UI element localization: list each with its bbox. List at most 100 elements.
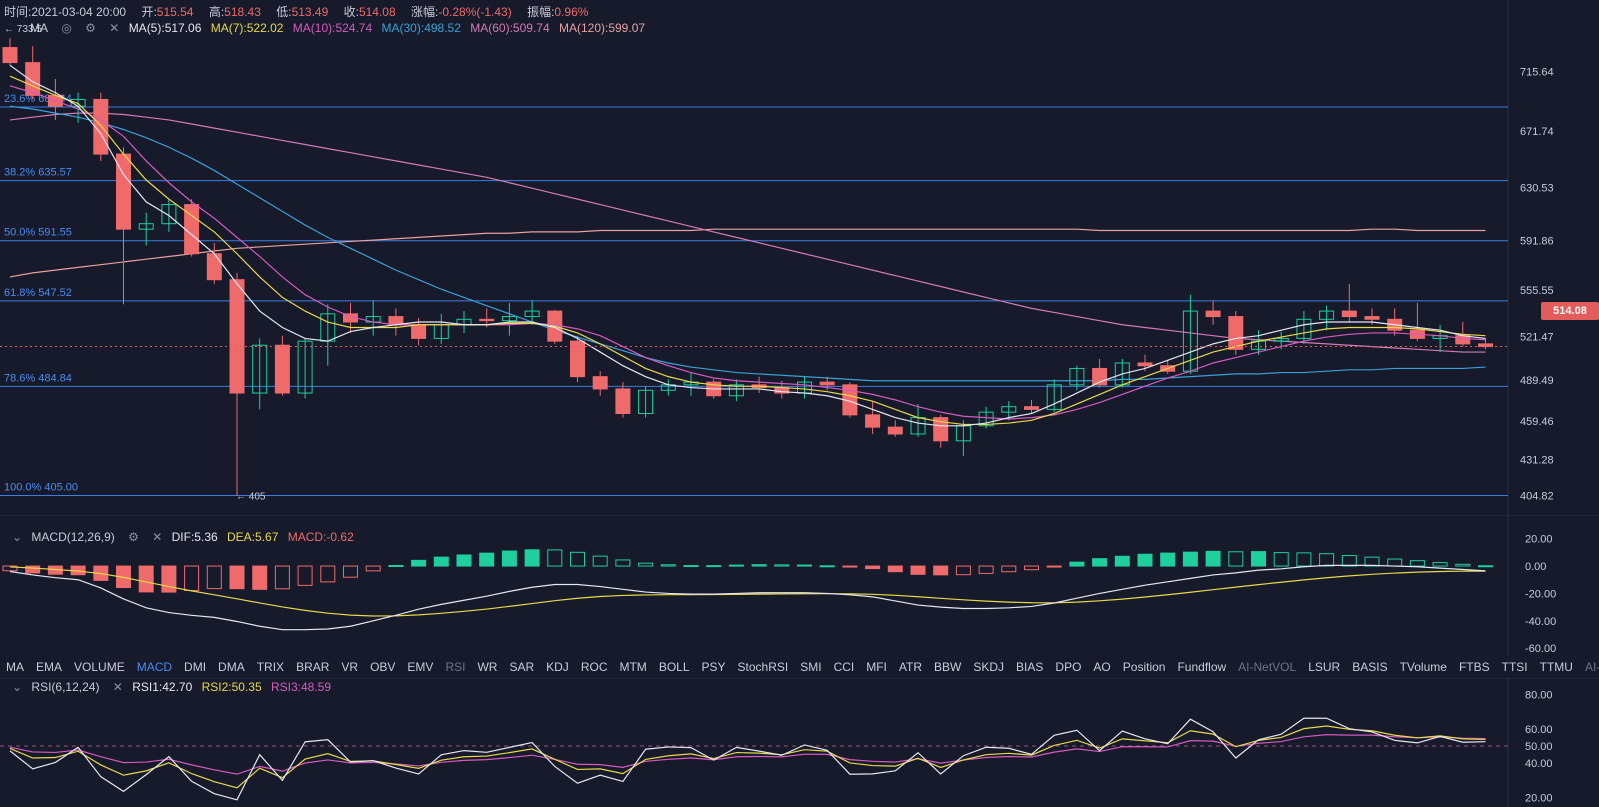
price-axis-tick: 521.47 (1520, 331, 1554, 343)
macd-axis-tick: -40.00 (1525, 616, 1556, 628)
macd-histogram-bar (819, 565, 835, 568)
tab-sar[interactable]: SAR (503, 660, 540, 674)
macd-histogram-bar (252, 565, 268, 590)
rsi3-line (9, 734, 1486, 775)
macd-name: MACD(12,26,9) (31, 530, 115, 544)
macd-histogram-bar (343, 565, 358, 578)
macd-histogram-bar (1137, 553, 1153, 567)
macd-histogram-bar (1114, 555, 1130, 567)
macd-histogram-bar (683, 565, 699, 568)
tab-tvolume[interactable]: TVolume (1394, 660, 1453, 674)
fib-level-label: 50.0% 591.55 (4, 227, 72, 239)
tab-vr[interactable]: VR (335, 660, 364, 674)
macd-histogram-bar (1364, 556, 1380, 567)
tab-fundflow[interactable]: Fundflow (1171, 660, 1232, 674)
macd-histogram-bar (1341, 555, 1357, 567)
tab-dmi[interactable]: DMI (178, 660, 212, 674)
macd-close-icon[interactable]: ✕ (152, 530, 162, 544)
price-axis-tick: 459.46 (1520, 416, 1554, 428)
tab-ema[interactable]: EMA (30, 660, 68, 674)
tab-skdj[interactable]: SKDJ (967, 660, 1010, 674)
tab-position[interactable]: Position (1117, 660, 1172, 674)
macd-histogram-bar (229, 565, 245, 590)
macd-histogram-bar (706, 565, 722, 568)
tab-brar[interactable]: BRAR (290, 660, 335, 674)
tab-mfi[interactable]: MFI (860, 660, 893, 674)
rsi1-value: RSI1:42.70 (132, 680, 193, 694)
macd-gear-icon[interactable]: ⚙ (128, 530, 139, 544)
rsi-name: RSI(6,12,24) (31, 680, 100, 694)
tab-ai-netvol[interactable]: AI-NetVOL (1232, 660, 1302, 674)
macd-axis-tick: 0.00 (1525, 561, 1546, 573)
tab-ma[interactable]: MA (0, 660, 30, 674)
macd-histogram-bar (479, 552, 495, 567)
tab-dma[interactable]: DMA (212, 660, 251, 674)
tab-roc[interactable]: ROC (575, 660, 614, 674)
tab-ttmu[interactable]: TTMU (1534, 660, 1579, 674)
candle-body (887, 426, 903, 435)
tab-ao[interactable]: AO (1087, 660, 1116, 674)
rsi-legend: ⌄ RSI(6,12,24) ✕ RSI1:42.70 RSI2:50.35 R… (12, 680, 337, 694)
last-price-tag: 514.08 (1541, 302, 1599, 320)
macd-histogram-bar (1182, 551, 1198, 567)
macd-histogram-bar (1160, 552, 1176, 567)
rsi-axis-tick: 20.00 (1525, 792, 1553, 804)
tab-macd[interactable]: MACD (131, 660, 178, 674)
macd-histogram-bar (1205, 550, 1221, 567)
macd-histogram-bar (797, 564, 812, 567)
collapse-icon[interactable]: ⌄ (12, 530, 22, 544)
macd-histogram-bar (456, 554, 472, 567)
macd-axis-tick: -60.00 (1525, 643, 1556, 655)
rsi-chart[interactable]: 80.00 60.00 50.00 40.00 20.00 (0, 678, 1599, 807)
candle-body (819, 381, 835, 386)
tab-smi[interactable]: SMI (794, 660, 827, 674)
tab-bias[interactable]: BIAS (1010, 660, 1049, 674)
macd-dif: DIF:5.36 (171, 530, 218, 544)
tab-emv[interactable]: EMV (401, 660, 439, 674)
tab-basis[interactable]: BASIS (1346, 660, 1393, 674)
candle-body (570, 340, 585, 378)
rsi-close-icon[interactable]: ✕ (113, 680, 123, 694)
macd-histogram-bar (1455, 563, 1471, 567)
macd-histogram-bar (1001, 565, 1017, 573)
macd-histogram-bar (1319, 553, 1335, 567)
macd-histogram-bar (1409, 560, 1425, 567)
candle-body (1024, 406, 1039, 410)
tab-ttsi[interactable]: TTSI (1496, 660, 1534, 674)
tab-kdj[interactable]: KDJ (540, 660, 575, 674)
candlestick-chart[interactable]: 715.64 671.74 630.53 591.86 555.55 521.47 489.… (0, 0, 1599, 515)
tab-stochrsi[interactable]: StochRSI (732, 660, 795, 674)
tab-obv[interactable]: OBV (364, 660, 401, 674)
tab-trix[interactable]: TRIX (251, 660, 290, 674)
macd-histogram-bar (1296, 552, 1312, 567)
tab-boll[interactable]: BOLL (653, 660, 696, 674)
tab-ai-bsi[interactable]: AI-BSI (1579, 660, 1599, 674)
tab-volume[interactable]: VOLUME (68, 660, 131, 674)
candle-body (388, 316, 404, 326)
tab-rsi[interactable]: RSI (439, 660, 471, 674)
candle-body (274, 344, 290, 394)
max-price-marker: ← 733.5 (4, 24, 42, 35)
rsi-axis-tick: 60.00 (1525, 724, 1553, 736)
tab-mtm[interactable]: MTM (613, 660, 652, 674)
tab-cci[interactable]: CCI (828, 660, 861, 674)
tab-bbw[interactable]: BBW (928, 660, 967, 674)
min-price-marker: ← 405 (236, 491, 266, 502)
candle-body (1137, 362, 1153, 367)
indicator-tab-bar: MA EMA VOLUME MACD DMI DMA TRIX BRAR VR OBV EMV RSI… (0, 656, 1599, 678)
candle-body (1341, 310, 1357, 318)
tab-lsur[interactable]: LSUR (1302, 660, 1346, 674)
candle-body (1228, 316, 1244, 350)
macd-histogram-bar (184, 565, 200, 592)
price-axis-tick: 591.86 (1520, 235, 1554, 247)
price-axis-tick: 671.74 (1520, 126, 1554, 138)
tab-dpo[interactable]: DPO (1049, 660, 1087, 674)
tab-psy[interactable]: PSY (696, 660, 732, 674)
tab-atr[interactable]: ATR (893, 660, 928, 674)
macd-histogram-bar (1069, 561, 1085, 567)
rsi-collapse-icon[interactable]: ⌄ (12, 680, 22, 694)
price-axis-tick: 431.28 (1520, 455, 1554, 467)
tab-ftbs[interactable]: FTBS (1453, 660, 1496, 674)
macd-histogram-bar (751, 564, 767, 567)
tab-wr[interactable]: WR (471, 660, 503, 674)
